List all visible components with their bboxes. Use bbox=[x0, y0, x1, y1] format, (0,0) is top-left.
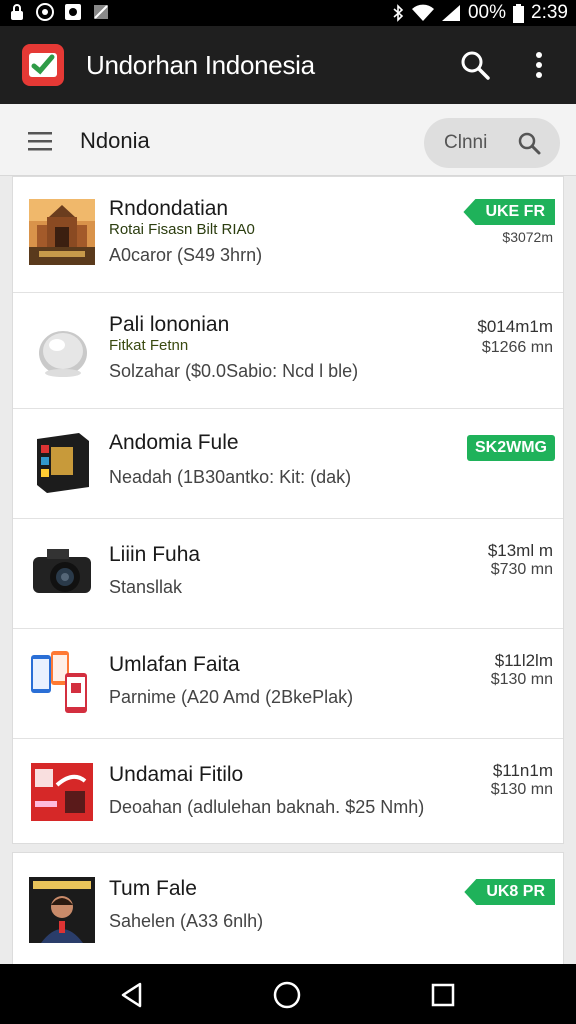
lens-thumbnail bbox=[29, 317, 95, 383]
item-price-secondary: $130 mn bbox=[490, 781, 553, 798]
item-title: Umlafan Faita bbox=[109, 653, 240, 676]
list-item[interactable]: Undamai Fitilo Deoahan (adlulehan baknah… bbox=[13, 739, 563, 845]
item-title: Tum Fale bbox=[109, 877, 197, 900]
app-logo-icon bbox=[22, 44, 64, 86]
camera-icon bbox=[36, 3, 54, 21]
product-list: Rndondatian Rotai Fisasn Bilt RIA0 A0car… bbox=[0, 176, 576, 964]
red-box-thumbnail bbox=[29, 759, 95, 825]
search-pill[interactable]: Clnni bbox=[424, 118, 560, 168]
item-subtitle: Rotai Fisasn Bilt RIA0 bbox=[109, 221, 255, 238]
list-item[interactable]: Rndondatian Rotai Fisasn Bilt RIA0 A0car… bbox=[13, 177, 563, 293]
image-icon bbox=[94, 5, 108, 19]
temple-thumbnail bbox=[29, 199, 95, 265]
list-card: Tum Fale Sahelen (A33 6nlh) UK8 PR bbox=[12, 852, 564, 964]
item-price-secondary: $730 mn bbox=[490, 561, 553, 578]
section-title: Ndonia bbox=[80, 128, 150, 153]
list-item[interactable]: Umlafan Faita Parnime (A20 Amd (2BkePlak… bbox=[13, 629, 563, 739]
lock-icon bbox=[11, 4, 23, 20]
list-item[interactable]: Liiin Fuha Stansllak $13ml m $730 mn bbox=[13, 519, 563, 629]
item-price: $11l2lm bbox=[494, 651, 553, 670]
recents-icon[interactable] bbox=[430, 982, 456, 1008]
item-badge: UKE FR bbox=[463, 199, 555, 225]
battery-icon bbox=[513, 3, 525, 23]
home-icon[interactable] bbox=[272, 980, 302, 1010]
sub-header: Ndonia Clnni bbox=[0, 104, 576, 176]
phones-thumbnail bbox=[29, 649, 95, 715]
item-description: A0caror (S49 3hrn) bbox=[109, 245, 263, 265]
item-title: Pali lononian bbox=[109, 313, 230, 336]
list-item[interactable]: Tum Fale Sahelen (A33 6nlh) UK8 PR bbox=[13, 853, 563, 964]
item-description: Neadah (1B30antko: Kit: (dak) bbox=[109, 467, 352, 487]
item-badge: UK8 PR bbox=[464, 879, 555, 905]
item-badge: SK2WMG bbox=[467, 435, 555, 461]
item-description: Solzahar ($0.0Sabio: Ncd l ble) bbox=[109, 361, 359, 381]
item-price-secondary: $130 mn bbox=[490, 671, 553, 688]
item-title: Undamai Fitilo bbox=[109, 763, 244, 786]
list-card: Rndondatian Rotai Fisasn Bilt RIA0 A0car… bbox=[12, 176, 564, 844]
item-description: Sahelen (A33 6nlh) bbox=[109, 911, 264, 931]
app-bar: Undorhan Indonesia bbox=[0, 26, 576, 104]
item-description: Deoahan (adlulehan baknah. $25 Nmh) bbox=[109, 797, 425, 817]
box-thumbnail bbox=[29, 429, 95, 495]
battery-percent: 00% bbox=[467, 2, 507, 23]
item-subtitle: Fitkat Fetnn bbox=[109, 337, 189, 354]
status-bar: 00% 2:39 bbox=[0, 0, 576, 26]
search-icon[interactable] bbox=[458, 48, 492, 82]
search-icon[interactable] bbox=[516, 130, 542, 156]
photo-icon bbox=[65, 4, 81, 20]
back-icon[interactable] bbox=[118, 981, 146, 1009]
more-vert-icon[interactable] bbox=[526, 48, 552, 82]
item-description: Parnime (A20 Amd (2BkePlak) bbox=[109, 687, 354, 707]
search-input[interactable]: Clnni bbox=[444, 132, 487, 154]
list-item[interactable]: Andomia Fule Neadah (1B30antko: Kit: (da… bbox=[13, 409, 563, 519]
list-item[interactable]: Pali lononian Fitkat Fetnn Solzahar ($0.… bbox=[13, 293, 563, 409]
item-price: $014m1m bbox=[477, 317, 553, 336]
bluetooth-icon bbox=[393, 4, 404, 22]
item-title: Liiin Fuha bbox=[109, 543, 201, 566]
item-description: Stansllak bbox=[109, 577, 183, 597]
item-price-secondary: $1266 mn bbox=[481, 339, 553, 356]
wifi-icon bbox=[411, 4, 434, 21]
menu-icon[interactable] bbox=[26, 130, 54, 152]
clock: 2:39 bbox=[531, 2, 568, 23]
item-price-secondary: $3072m bbox=[502, 229, 553, 245]
signal-icon bbox=[441, 5, 460, 21]
item-price: $13ml m bbox=[487, 541, 553, 560]
person-thumbnail bbox=[29, 877, 95, 943]
item-title: Andomia Fule bbox=[109, 431, 239, 454]
item-title: Rndondatian bbox=[109, 197, 229, 220]
item-price: $11n1m bbox=[492, 761, 553, 780]
app-title: Undorhan Indonesia bbox=[86, 50, 315, 80]
system-nav-bar bbox=[0, 964, 576, 1024]
camera-thumbnail bbox=[29, 539, 95, 605]
